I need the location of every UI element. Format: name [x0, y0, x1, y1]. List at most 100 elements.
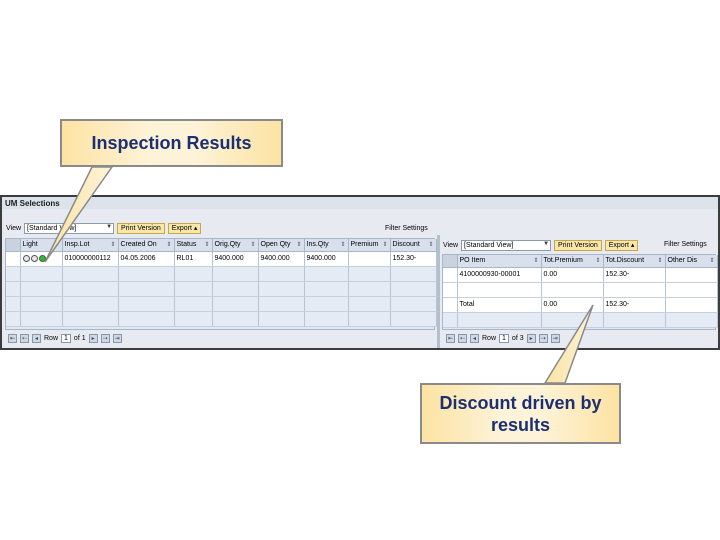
right-print-version-button[interactable]: Print Version	[554, 239, 602, 251]
row-label: Row	[482, 335, 497, 342]
right-export-label: Export	[608, 241, 629, 249]
next-page-icon[interactable]: ⇢	[538, 334, 548, 343]
left-print-version-button[interactable]: Print Version	[117, 222, 165, 234]
table-row[interactable]	[6, 266, 437, 282]
row-of-label: of 1	[73, 335, 86, 342]
next-row-icon[interactable]: ▸	[88, 334, 98, 343]
sort-icon: ⇕	[204, 242, 210, 249]
po-item-cell: 4100000930-00001	[457, 267, 542, 283]
right-filter-settings-link[interactable]: Filter Settings	[664, 241, 707, 248]
first-page-icon[interactable]: ⇤	[446, 334, 455, 343]
table-row[interactable]	[443, 312, 718, 328]
tot-discount-cell: 152.30-	[603, 267, 666, 283]
column-header-tot-premium[interactable]: Tot.Premium ⇕	[541, 255, 604, 268]
last-page-icon[interactable]: ⇥	[550, 334, 560, 343]
table-row[interactable]	[6, 311, 437, 327]
column-header-other-dis[interactable]: Other Dis ⇕	[665, 255, 718, 268]
sort-icon: ⇕	[296, 242, 302, 249]
left-export-button[interactable]: Export ▴	[167, 222, 202, 234]
right-view-value: [Standard View]	[464, 241, 514, 249]
orig-qty-cell: 9400.000	[212, 251, 259, 267]
column-header-open-qty[interactable]: Open Qty ⇕	[258, 239, 305, 252]
table-row[interactable]	[6, 281, 437, 297]
select-all-cell[interactable]	[443, 255, 458, 268]
first-page-icon[interactable]: ⇤	[8, 334, 17, 343]
column-header-orig-qty[interactable]: Orig.Qty ⇕	[212, 239, 259, 252]
column-header-ins-qty[interactable]: Ins.Qty ⇕	[304, 239, 349, 252]
row-of-label: of 3	[511, 335, 524, 342]
column-header-light[interactable]: Light ⇕	[20, 239, 63, 252]
row-input[interactable]: 1	[499, 334, 509, 343]
table-row[interactable]	[443, 282, 718, 298]
left-view-select[interactable]: [Standard View] ▼	[24, 222, 115, 234]
column-header-tot-discount[interactable]: Tot.Discount ⇕	[603, 255, 666, 268]
inspection-lots-table: Light ⇕ Insp.Lot ⇕ Created On ⇕ Status ⇕ Ori…	[5, 238, 437, 330]
last-page-icon[interactable]: ⇥	[112, 334, 122, 343]
sort-icon: ⇕	[250, 242, 256, 249]
next-page-icon[interactable]: ⇢	[100, 334, 110, 343]
table-row[interactable]: 4100000930-00001 0.00 152.30-	[443, 267, 718, 283]
column-header-created-on[interactable]: Created On ⇕	[118, 239, 175, 252]
right-export-button[interactable]: Export ▴	[604, 239, 639, 251]
row-selector[interactable]	[443, 282, 458, 298]
panel-divider[interactable]	[437, 235, 440, 348]
prev-page-icon[interactable]: ⇠	[20, 334, 29, 343]
column-header-premium[interactable]: Premium ⇕	[348, 239, 391, 252]
callout-inspection-results: Inspection Results	[60, 119, 283, 167]
tot-discount-cell	[603, 282, 666, 298]
row-input[interactable]: 1	[61, 334, 71, 343]
row-selector[interactable]	[443, 267, 458, 283]
chevron-down-icon: ▼	[106, 223, 113, 230]
right-toolbar: View [Standard View] ▼ Print Version Exp…	[443, 238, 639, 252]
left-filter-settings-link[interactable]: Filter Settings	[385, 225, 428, 232]
tot-premium-cell: 0.00	[541, 267, 604, 283]
select-all-cell[interactable]	[6, 239, 21, 252]
next-row-icon[interactable]: ▸	[526, 334, 536, 343]
tot-discount-cell: 152.30-	[603, 297, 666, 313]
column-header-po-item[interactable]: PO Item ⇕	[457, 255, 542, 268]
row-selector[interactable]	[443, 297, 458, 313]
right-view-select[interactable]: [Standard View] ▼	[461, 239, 552, 251]
left-toolbar: View [Standard View] ▼ Print Version Exp…	[6, 221, 202, 235]
other-dis-cell	[665, 267, 718, 283]
other-dis-cell	[665, 297, 718, 313]
column-header-status[interactable]: Status ⇕	[174, 239, 213, 252]
sort-icon: ⇕	[166, 242, 172, 249]
left-export-label: Export	[171, 224, 192, 232]
po-items-table: PO Item ⇕ Tot.Premium ⇕ Tot.Discount ⇕ Othe…	[442, 254, 718, 330]
discount-cell: 152.30-	[390, 251, 437, 267]
table-row[interactable]	[6, 296, 437, 312]
window-title: UM Selections	[2, 197, 718, 209]
table-row[interactable]: Total 0.00 152.30-	[443, 297, 718, 313]
sort-icon: ⇕	[709, 258, 715, 265]
sort-icon: ⇕	[382, 242, 388, 249]
premium-cell	[348, 251, 391, 267]
row-selector[interactable]	[6, 251, 21, 267]
chevron-down-icon: ▼	[543, 240, 550, 247]
tot-premium-cell	[541, 282, 604, 298]
traffic-light-icon	[22, 254, 46, 262]
sort-icon: ⇕	[428, 242, 434, 249]
left-view-value: [Standard View]	[27, 224, 77, 232]
prev-row-icon[interactable]: ◂	[470, 334, 479, 343]
table-row[interactable]: 010000000112 04.05.2006 RL01 9400.000 94…	[6, 251, 437, 267]
left-pager: ⇤ ⇠ ◂ Row 1 of 1 ▸ ⇢ ⇥	[8, 332, 122, 345]
open-qty-cell: 9400.000	[258, 251, 305, 267]
other-dis-cell	[665, 282, 718, 298]
sort-icon: ⇕	[595, 258, 601, 265]
sort-icon: ⇕	[340, 242, 346, 249]
status-cell: RL01	[174, 251, 213, 267]
light-cell	[20, 251, 63, 267]
prev-page-icon[interactable]: ⇠	[458, 334, 467, 343]
sort-icon: ⇕	[533, 258, 539, 265]
row-label: Row	[44, 335, 59, 342]
right-pager: ⇤ ⇠ ◂ Row 1 of 3 ▸ ⇢ ⇥	[446, 332, 560, 345]
callout-discount-driven: Discount driven by results	[420, 383, 621, 444]
column-header-discount[interactable]: Discount ⇕	[390, 239, 437, 252]
po-item-cell	[457, 282, 542, 298]
tot-premium-cell: 0.00	[541, 297, 604, 313]
prev-row-icon[interactable]: ◂	[32, 334, 41, 343]
column-header-insp-lot[interactable]: Insp.Lot ⇕	[62, 239, 119, 252]
po-item-cell: Total	[457, 297, 542, 313]
ins-qty-cell: 9400.000	[304, 251, 349, 267]
